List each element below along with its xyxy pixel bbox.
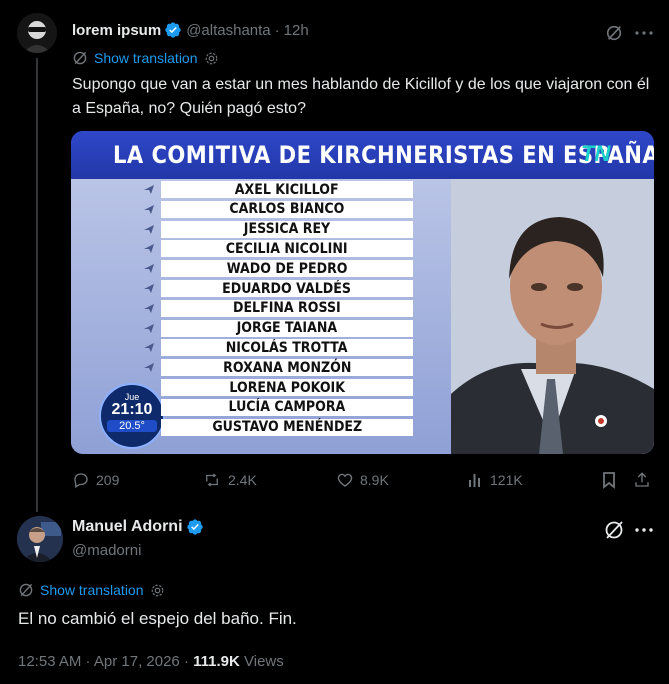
name-row: EDUARDO VALDÉS xyxy=(161,280,413,297)
show-translation-link[interactable]: Show translation xyxy=(94,50,198,66)
thread-line xyxy=(36,58,38,512)
clock-temperature: 20.5° xyxy=(107,420,157,432)
avatar[interactable] xyxy=(17,13,57,53)
more-options-icon[interactable] xyxy=(633,22,655,44)
view-count: 111.9K xyxy=(193,653,240,670)
name-row: DELFINA ROSSI xyxy=(161,299,413,317)
post-timestamp[interactable]: 12:53 AM · Apr 17, 2026 · xyxy=(18,653,189,670)
bookmark-icon xyxy=(601,471,617,489)
name-row: GUSTAVO MENÉNDEZ xyxy=(161,418,413,436)
name-text: DELFINA ROSSI xyxy=(233,300,341,317)
plane-icon xyxy=(144,185,154,194)
name-row: JORGE TAIANA xyxy=(161,319,413,337)
repost-button[interactable]: 2.4K xyxy=(202,471,257,489)
author-handle[interactable]: @madorni xyxy=(72,542,141,559)
tweet-media[interactable]: LA COMITIVA DE KIRCHNERISTAS EN ESPAÑA T… xyxy=(71,131,654,454)
tweet-meta: 12:53 AM · Apr 17, 2026 · 111.9K Views xyxy=(18,653,284,670)
clock-time: 21:10 xyxy=(111,401,153,418)
name-row: CECILIA NICOLINI xyxy=(161,240,413,258)
reply-button[interactable]: 209 xyxy=(72,471,119,489)
tweet-header: Manuel Adorni xyxy=(72,518,208,536)
reply-icon xyxy=(72,471,90,489)
view-count: 121K xyxy=(490,472,523,488)
name-row: CARLOS BIANCO xyxy=(161,200,413,218)
plane-icon xyxy=(144,244,154,254)
tv-clock: Jue 21:10 20.5° xyxy=(99,383,165,449)
plane-icon xyxy=(144,343,154,353)
plane-icon xyxy=(144,303,154,313)
views-label: Views xyxy=(244,653,284,670)
name-row: LORENA POKOIK xyxy=(161,379,413,396)
plane-icon xyxy=(144,323,154,333)
name-text: ROXANA MONZÓN xyxy=(222,359,352,376)
name-text: EDUARDO VALDÉS xyxy=(222,280,352,297)
name-row: AXEL KICILLOF xyxy=(161,181,413,198)
repost-icon xyxy=(202,471,222,489)
author-name[interactable]: Manuel Adorni xyxy=(72,518,183,536)
name-text: AXEL KICILLOF xyxy=(235,181,339,198)
grok-icon[interactable] xyxy=(603,22,625,44)
share-icon xyxy=(633,471,651,489)
name-text: NICOLÁS TROTTA xyxy=(226,339,348,356)
bookmark-button[interactable] xyxy=(601,471,617,489)
avatar-image xyxy=(17,13,57,53)
post-time[interactable]: 12h xyxy=(284,22,309,39)
name-text: JESSICA REY xyxy=(243,221,331,238)
avatar[interactable] xyxy=(17,516,63,562)
tweet-text: Supongo que van a estar un mes hablando … xyxy=(72,76,650,117)
name-text: LUCÍA CAMPORA xyxy=(228,399,346,416)
show-translation[interactable]: Show translation xyxy=(72,50,219,66)
name-row: WADO DE PEDRO xyxy=(161,260,413,278)
plane-icon xyxy=(144,284,154,293)
like-count: 8.9K xyxy=(360,472,389,488)
name-row: LUCÍA CAMPORA xyxy=(161,398,413,416)
separator: · xyxy=(274,21,280,39)
author-handle[interactable]: @altashanta xyxy=(186,22,270,39)
translate-icon xyxy=(72,50,88,66)
show-translation-link[interactable]: Show translation xyxy=(40,582,144,598)
heart-icon xyxy=(336,471,354,489)
reply-count: 209 xyxy=(96,472,120,488)
plane-icon xyxy=(144,264,154,274)
name-row: NICOLÁS TROTTA xyxy=(161,339,413,357)
plane-icon xyxy=(144,204,154,214)
translation-settings-icon[interactable] xyxy=(150,583,165,598)
tweet-header: lorem ipsum @altashanta · 12h xyxy=(72,21,309,39)
name-text: GUSTAVO MENÉNDEZ xyxy=(212,419,362,436)
name-row: ROXANA MONZÓN xyxy=(161,359,413,377)
tweet-actions: 209 2.4K 8.9K 121K xyxy=(72,470,654,490)
name-text: CARLOS BIANCO xyxy=(229,201,345,218)
author-name[interactable]: lorem ipsum xyxy=(72,22,161,39)
like-button[interactable]: 8.9K xyxy=(336,471,389,489)
views-button[interactable]: 121K xyxy=(468,472,523,488)
tn-logo: TN xyxy=(581,141,611,166)
more-options-icon[interactable] xyxy=(633,519,655,541)
name-row: JESSICA REY xyxy=(161,220,413,238)
avatar-image xyxy=(17,516,63,562)
verified-badge-icon xyxy=(186,518,204,536)
share-button[interactable] xyxy=(633,471,651,489)
name-text: WADO DE PEDRO xyxy=(226,260,348,277)
translate-icon xyxy=(18,582,34,598)
show-translation[interactable]: Show translation xyxy=(18,582,165,598)
grok-icon[interactable] xyxy=(603,519,625,541)
media-banner-title: LA COMITIVA DE KIRCHNERISTAS EN ESPAÑA xyxy=(113,141,654,169)
plane-icon xyxy=(144,224,154,234)
media-banner: LA COMITIVA DE KIRCHNERISTAS EN ESPAÑA xyxy=(71,131,654,179)
verified-badge-icon xyxy=(164,21,182,39)
analytics-icon xyxy=(468,472,484,488)
name-text: CECILIA NICOLINI xyxy=(226,240,348,257)
repost-count: 2.4K xyxy=(228,472,257,488)
name-text: JORGE TAIANA xyxy=(236,320,338,337)
plane-icon xyxy=(144,363,154,373)
name-text: LORENA POKOIK xyxy=(229,379,345,396)
tweet-text: El no cambió el espejo del baño. Fin. xyxy=(18,609,297,628)
translation-settings-icon[interactable] xyxy=(204,51,219,66)
person-photo xyxy=(451,179,654,454)
